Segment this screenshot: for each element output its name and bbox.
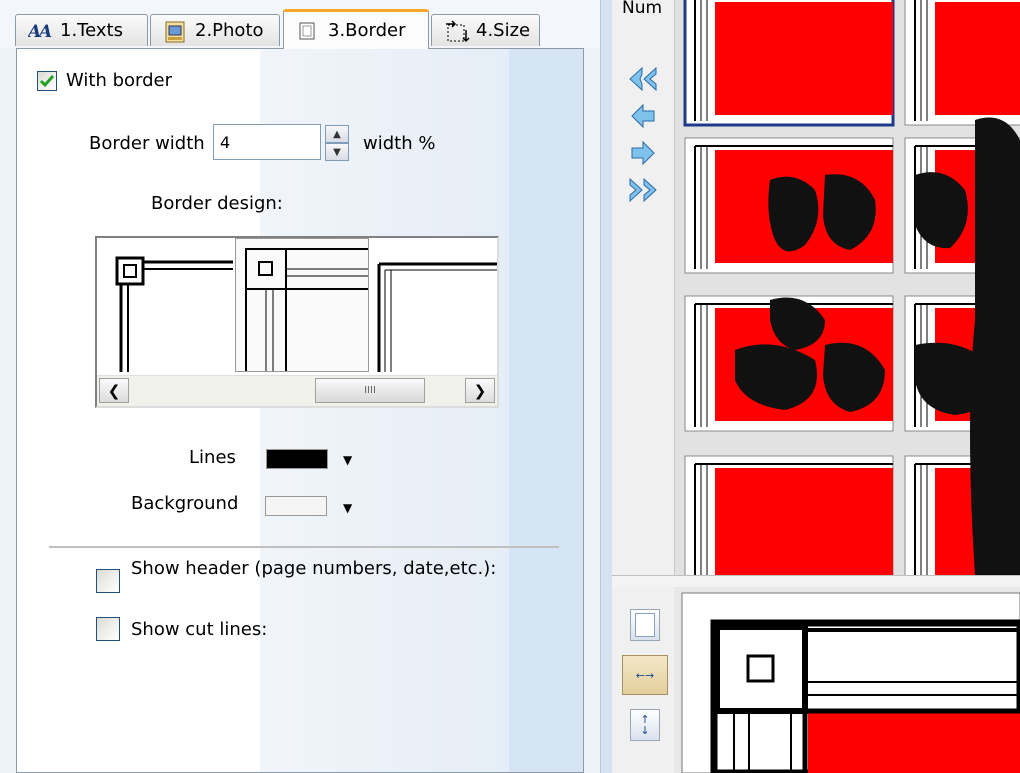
- arrow-up-icon: ▲: [333, 128, 341, 140]
- tab-photo[interactable]: 2.Photo: [150, 14, 280, 46]
- lines-color-swatch[interactable]: [266, 449, 328, 469]
- tab-size-label: 4.Size: [476, 20, 531, 41]
- spin-up-button[interactable]: ▲: [325, 125, 349, 143]
- show-header-label: Show header (page numbers, date,etc.):: [131, 558, 497, 579]
- zoom-tool-column: ←→ ↑ ↓: [612, 587, 674, 773]
- tab-photo-label: 2.Photo: [195, 20, 264, 41]
- fit-page-button[interactable]: [630, 609, 660, 641]
- scroll-right-button[interactable]: ❯: [465, 378, 495, 403]
- border-design-option-3[interactable]: [371, 238, 497, 372]
- tab-strip: AA 1.Texts 2.Photo 3.Border 4.Size: [0, 0, 600, 49]
- arrow-down-icon: ▼: [333, 146, 341, 158]
- tab-texts-label: 1.Texts: [60, 20, 123, 41]
- num-column-header: Num: [622, 0, 663, 18]
- border-width-label: Border width: [89, 133, 205, 154]
- tab-texts[interactable]: AA 1.Texts: [15, 14, 148, 46]
- scrollbar-thumb[interactable]: IIII: [315, 378, 425, 403]
- show-cut-lines-label: Show cut lines:: [131, 619, 268, 640]
- show-cut-lines-checkbox[interactable]: [96, 617, 120, 641]
- fit-height-icon: ↑ ↓: [640, 713, 650, 737]
- fit-width-button[interactable]: ←→: [622, 655, 668, 695]
- first-page-button[interactable]: [626, 64, 660, 94]
- photo-icon: [163, 20, 187, 42]
- page-thumbnail[interactable]: [683, 0, 895, 127]
- settings-area: AA 1.Texts 2.Photo 3.Border 4.Size With …: [0, 0, 600, 773]
- with-border-label: With border: [66, 70, 173, 91]
- checkmark-icon: [39, 75, 55, 88]
- poster-pages-preview: [683, 0, 1020, 575]
- lines-color-dropdown-icon[interactable]: ▼: [343, 453, 352, 467]
- background-color-swatch[interactable]: [265, 496, 327, 516]
- last-page-button[interactable]: [626, 175, 660, 205]
- border-preview-canvas: [681, 592, 1020, 773]
- border-zoom-preview: [674, 587, 1020, 773]
- tab-border-label: 3.Border: [328, 20, 406, 41]
- double-arrow-right-icon: [629, 177, 657, 203]
- background-color-dropdown-icon[interactable]: ▼: [343, 501, 352, 515]
- show-header-checkbox[interactable]: [96, 569, 120, 593]
- border-design-list[interactable]: ❮ IIII ❯: [95, 236, 499, 408]
- scroll-left-button[interactable]: ❮: [99, 378, 129, 403]
- svg-text:A: A: [37, 22, 52, 42]
- border-design-label: Border design:: [151, 193, 283, 214]
- separator-line: [49, 546, 559, 548]
- resize-icon: [444, 19, 470, 42]
- page-thumbnails-grid[interactable]: [675, 0, 1020, 575]
- scrollbar-grip: IIII: [364, 385, 376, 396]
- border-design-option-2[interactable]: [235, 238, 369, 372]
- design-horizontal-scrollbar[interactable]: ❮ IIII ❯: [97, 375, 497, 406]
- lines-label: Lines: [189, 447, 236, 468]
- arrow-right-icon: [631, 140, 655, 166]
- border-width-input[interactable]: [213, 124, 321, 160]
- double-arrow-left-icon: [629, 66, 657, 92]
- arrow-left-icon: [631, 103, 655, 129]
- page-navigation-column: Num: [612, 0, 675, 575]
- border-settings-panel: With border Border width ▲ ▼ width % Bor…: [16, 48, 584, 773]
- fit-height-button[interactable]: ↑ ↓: [630, 709, 660, 741]
- previous-page-button[interactable]: [626, 101, 660, 131]
- tab-size[interactable]: 4.Size: [431, 14, 540, 46]
- border-width-unit: width %: [363, 133, 436, 154]
- text-size-icon: AA: [26, 20, 52, 42]
- with-border-checkbox[interactable]: [37, 71, 57, 91]
- background-label: Background: [131, 493, 239, 514]
- border-design-option-1[interactable]: [97, 238, 233, 372]
- tab-border[interactable]: 3.Border: [283, 9, 429, 49]
- chevron-right-icon: ❯: [473, 381, 487, 400]
- chevron-left-icon: ❮: [107, 381, 121, 400]
- spin-down-button[interactable]: ▼: [325, 143, 349, 161]
- page-thumbnail[interactable]: [904, 0, 1020, 126]
- fit-width-icon: ←→: [635, 668, 655, 682]
- next-page-button[interactable]: [626, 138, 660, 168]
- border-icon: [296, 20, 320, 42]
- page-icon: [635, 613, 655, 637]
- page-thumbnail[interactable]: [684, 455, 894, 575]
